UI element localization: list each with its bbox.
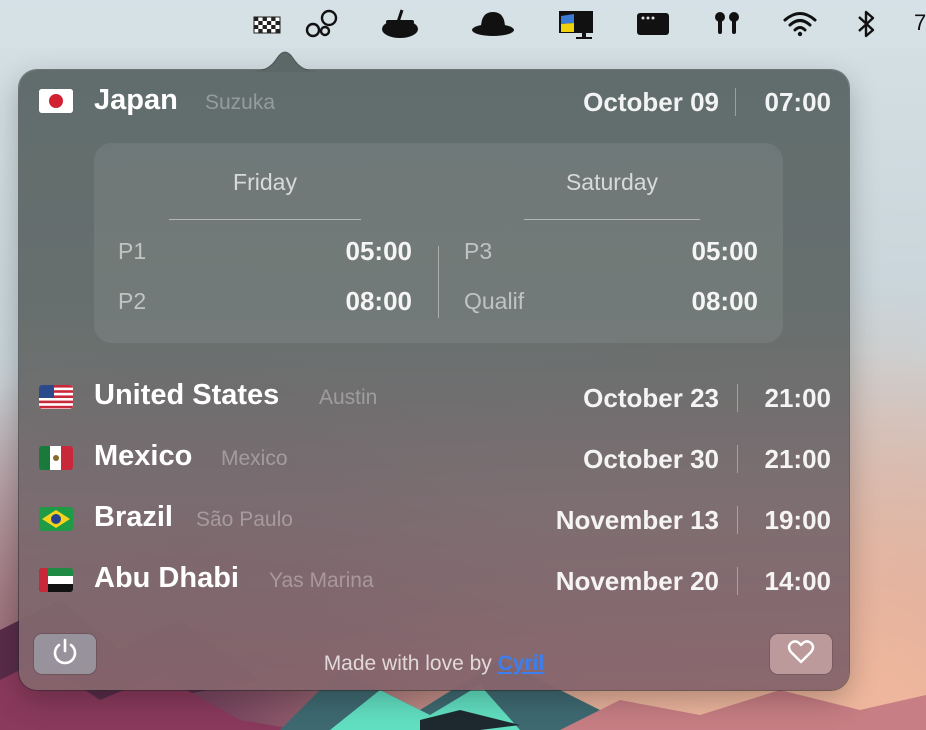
race-date: October 30 <box>583 444 719 474</box>
race-city: São Paulo <box>196 508 293 531</box>
race-date: November 13 <box>555 505 719 535</box>
race-time: 14:00 <box>764 566 832 596</box>
bowler-hat-icon[interactable] <box>470 8 516 40</box>
sessions-card: Friday Saturday P1 05:00 P2 08:00 P3 05:… <box>94 143 783 343</box>
japan-flag-icon <box>39 89 73 113</box>
race-row[interactable]: Mexico Mexico October 30 21:00 <box>19 438 849 478</box>
footer-credit: Made with love by Cyril <box>19 652 849 676</box>
race-row[interactable]: Brazil São Paulo November 13 19:00 <box>19 499 849 539</box>
heart-icon <box>787 639 815 670</box>
race-city: Yas Marina <box>269 569 374 592</box>
session-name-qualif: Qualif <box>464 288 525 314</box>
race-country: Brazil <box>94 501 173 533</box>
race-time: 21:00 <box>764 383 832 413</box>
bubbles-icon[interactable] <box>304 8 340 40</box>
brazil-flag-icon <box>39 507 73 531</box>
popover-arrow <box>255 51 315 72</box>
date-time-separator <box>735 88 736 116</box>
race-time: 19:00 <box>764 505 832 535</box>
menu-clock[interactable]: 7 <box>914 10 926 36</box>
session-time-qualif: 08:00 <box>691 286 759 316</box>
session-name-p1: P1 <box>118 238 147 264</box>
bluetooth-icon[interactable] <box>856 8 878 40</box>
date-time-separator <box>737 506 738 534</box>
race-time: 07:00 <box>764 87 832 117</box>
ukraine-monitor-icon[interactable] <box>556 8 598 40</box>
race-date: November 20 <box>555 566 719 596</box>
session-time-p3: 05:00 <box>691 236 759 266</box>
session-time-p1: 05:00 <box>345 236 413 266</box>
mexico-flag-icon <box>39 446 73 470</box>
airpods-icon[interactable] <box>712 8 742 40</box>
f1-schedule-popover: Japan Suzuka October 09 07:00 Friday Sat… <box>19 51 849 690</box>
day-underline-saturday <box>524 219 700 220</box>
race-city: Austin <box>319 386 378 409</box>
donate-button[interactable] <box>770 634 832 674</box>
race-row[interactable]: Abu Dhabi Yas Marina November 20 14:00 <box>19 560 849 600</box>
date-time-separator <box>737 445 738 473</box>
date-time-separator <box>737 567 738 595</box>
uae-flag-icon <box>39 568 73 592</box>
race-country: Mexico <box>94 440 193 472</box>
session-time-p2: 08:00 <box>345 286 413 316</box>
checkered-flag-icon[interactable] <box>252 8 282 40</box>
session-name-p3: P3 <box>464 238 493 264</box>
race-date: October 23 <box>583 383 719 413</box>
race-row[interactable]: United States Austin October 23 21:00 <box>19 377 849 417</box>
session-name-p2: P2 <box>118 288 147 314</box>
date-time-separator <box>737 384 738 412</box>
usa-flag-icon <box>39 385 73 409</box>
day-label-friday: Friday <box>233 169 297 195</box>
day-underline-friday <box>169 219 361 220</box>
window-icon[interactable] <box>636 8 670 40</box>
race-date: October 09 <box>583 87 719 117</box>
race-city: Suzuka <box>205 91 276 114</box>
race-city: Mexico <box>221 447 288 470</box>
footer-text: Made with love by <box>323 652 492 675</box>
race-country: Japan <box>94 84 178 116</box>
author-link[interactable]: Cyril <box>498 652 545 675</box>
sessions-divider <box>438 246 439 318</box>
wifi-icon[interactable] <box>782 8 818 40</box>
pot-icon[interactable] <box>380 8 420 40</box>
race-country: United States <box>94 379 280 411</box>
race-time: 21:00 <box>764 444 832 474</box>
menu-bar: 7 <box>0 0 926 48</box>
day-label-saturday: Saturday <box>565 169 659 195</box>
race-row-next[interactable]: Japan Suzuka October 09 07:00 <box>19 82 849 122</box>
race-country: Abu Dhabi <box>94 562 239 594</box>
